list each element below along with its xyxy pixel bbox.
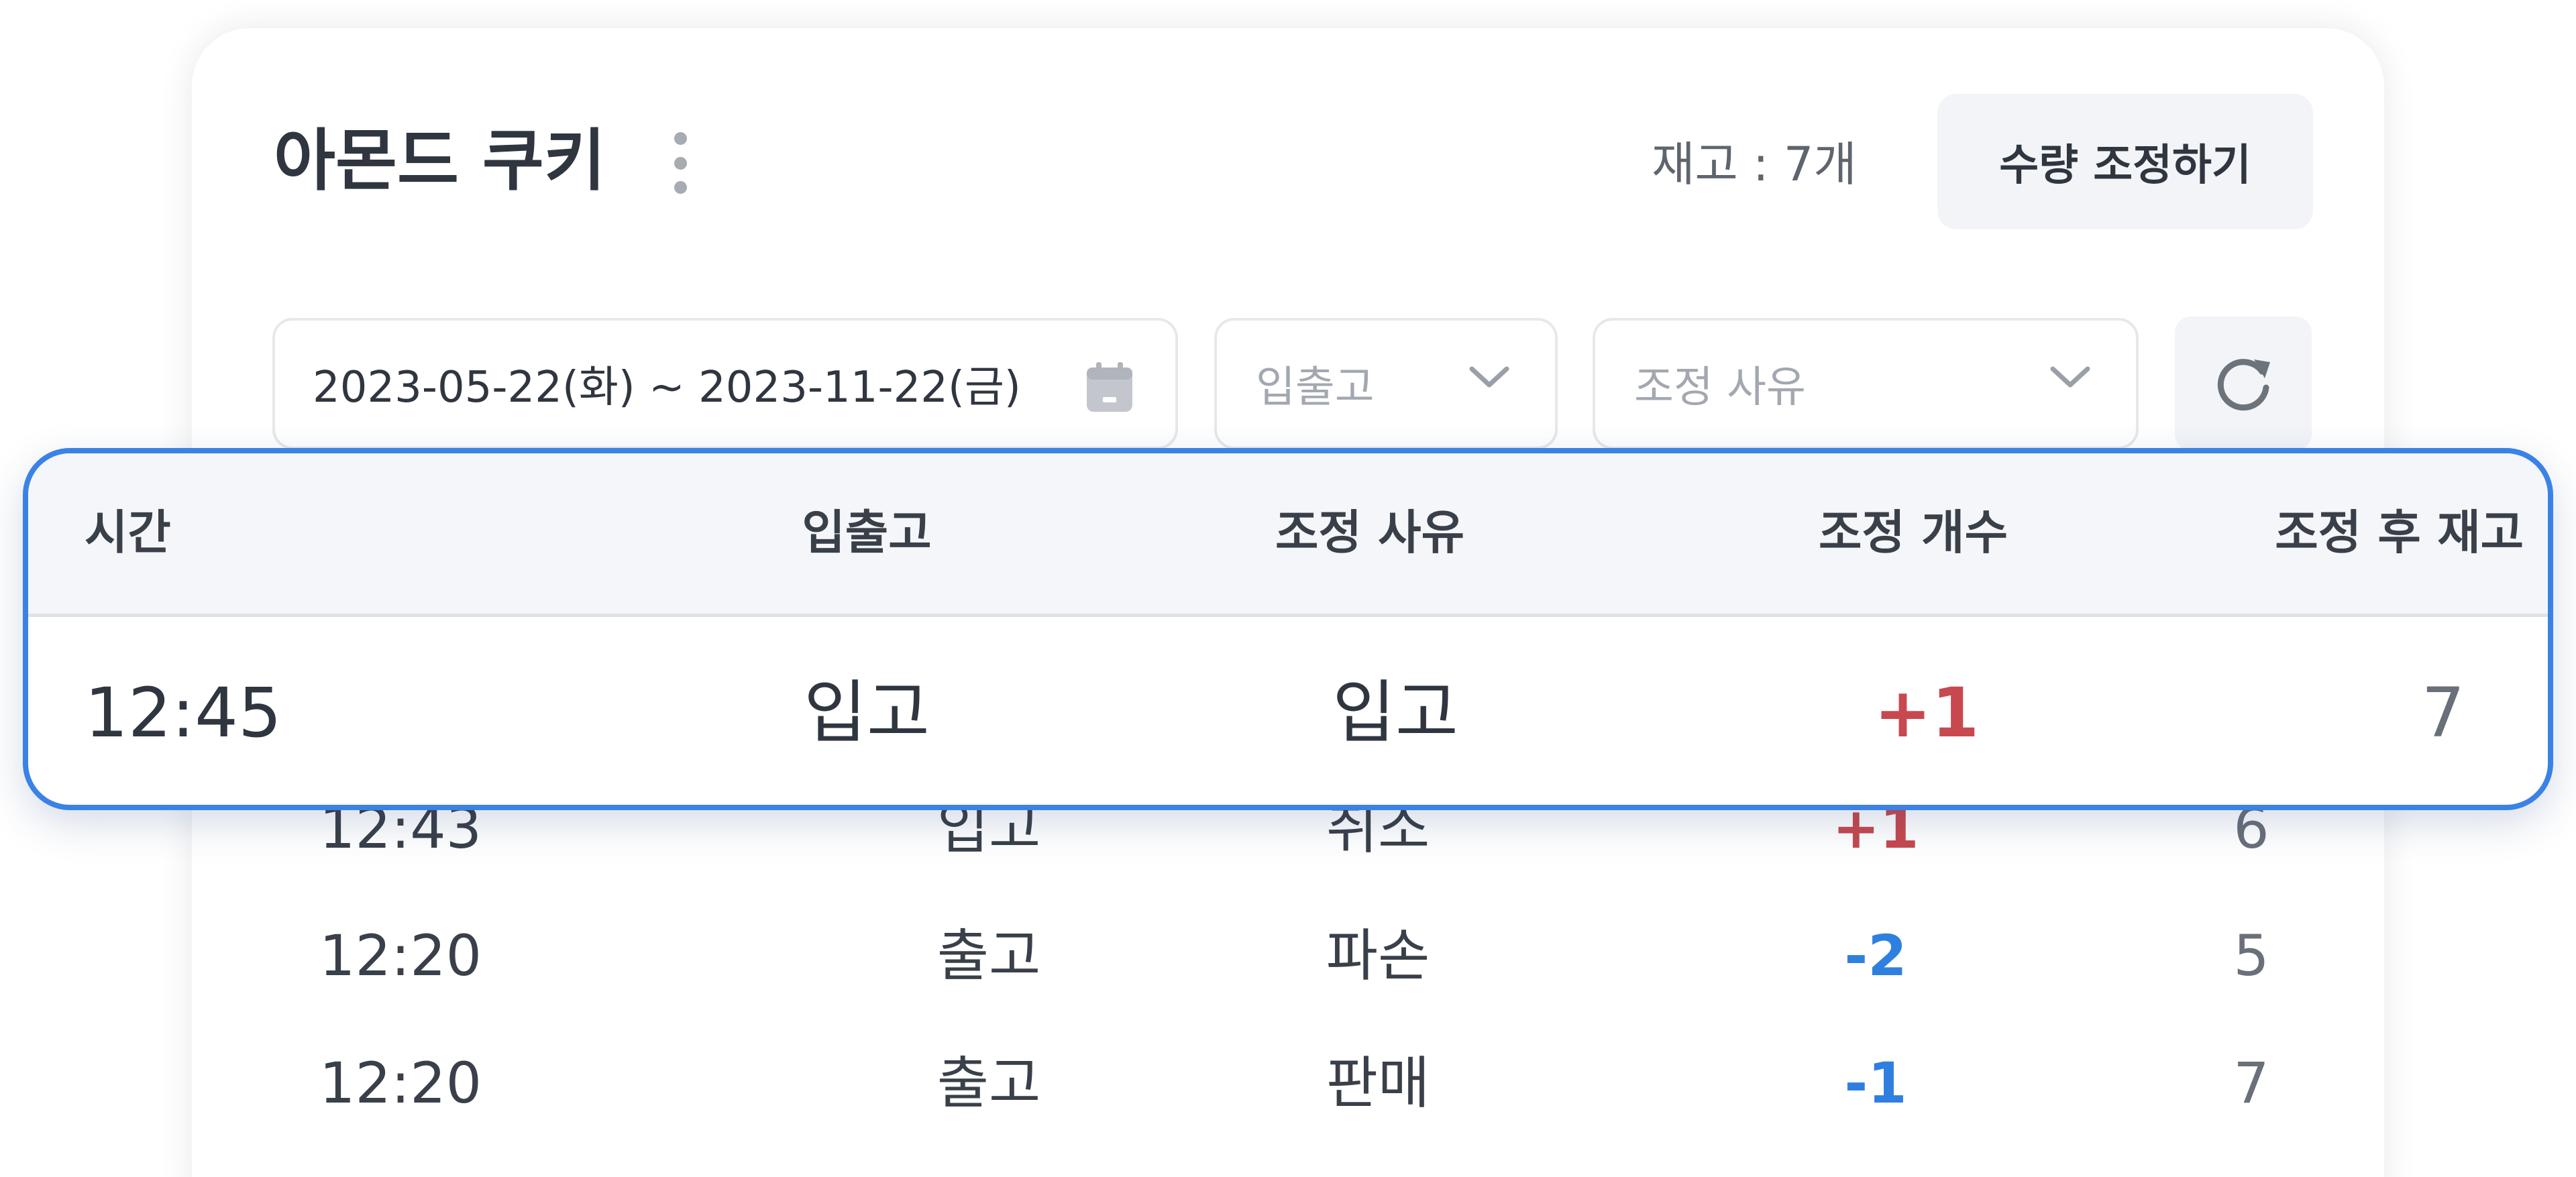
cell-time: 12:20 xyxy=(319,1050,482,1116)
type-select[interactable]: 입출고 xyxy=(1214,318,1558,449)
column-header-after-stock: 조정 후 재고 xyxy=(2275,505,2524,560)
reason-select-placeholder: 조정 사유 xyxy=(1634,363,1806,412)
cell-after: 7 xyxy=(2421,673,2465,753)
chevron-down-icon xyxy=(2050,366,2090,388)
refresh-button[interactable] xyxy=(2175,317,2312,451)
cell-after: 5 xyxy=(2233,923,2269,989)
column-header-time: 시간 xyxy=(85,505,171,560)
adjust-quantity-button[interactable]: 수량 조정하기 xyxy=(1937,94,2313,229)
kebab-menu-icon[interactable] xyxy=(667,132,694,194)
chevron-down-icon xyxy=(1469,366,1509,388)
cell-time: 12:45 xyxy=(85,673,282,753)
column-header-reason: 조정 사유 xyxy=(1275,505,1464,560)
cell-count: -1 xyxy=(1844,1050,1907,1116)
table-row: 12:20 출고 판매 -1 7 xyxy=(192,1019,2384,1147)
cell-reason: 판매 xyxy=(1326,1050,1430,1116)
reason-select[interactable]: 조정 사유 xyxy=(1593,318,2139,449)
stage: 아몬드 쿠키 재고 : 7개 수량 조정하기 2023-05-22(화) ~ 2… xyxy=(0,0,2576,1177)
column-header-type: 입출고 xyxy=(802,505,932,560)
calendar-icon xyxy=(1087,362,1132,412)
date-range-picker[interactable]: 2023-05-22(화) ~ 2023-11-22(금) xyxy=(272,318,1178,449)
product-title: 아몬드 쿠키 xyxy=(274,121,606,200)
cell-reason: 파손 xyxy=(1326,923,1430,989)
cell-count: +1 xyxy=(1874,673,1980,753)
cell-type: 입고 xyxy=(804,673,930,753)
refresh-icon xyxy=(2217,359,2270,411)
stock-count: 재고 : 7개 xyxy=(1652,137,1857,192)
column-header-count: 조정 개수 xyxy=(1819,505,2008,560)
cell-after: 7 xyxy=(2233,1050,2269,1116)
type-select-placeholder: 입출고 xyxy=(1256,363,1375,412)
table-header: 시간 입출고 조정 사유 조정 개수 조정 후 재고 xyxy=(28,453,2548,617)
highlighted-table-row[interactable]: 12:45 입고 입고 +1 7 xyxy=(28,617,2548,805)
highlighted-row-panel: 시간 입출고 조정 사유 조정 개수 조정 후 재고 12:45 입고 입고 +… xyxy=(23,448,2553,810)
cell-count: -2 xyxy=(1844,923,1907,989)
cell-time: 12:20 xyxy=(319,923,482,989)
cell-reason: 입고 xyxy=(1332,673,1458,753)
date-range-value: 2023-05-22(화) ~ 2023-11-22(금) xyxy=(313,363,1021,412)
cell-type: 출고 xyxy=(936,1050,1041,1116)
cell-type: 출고 xyxy=(936,923,1041,989)
table-row: 12:20 출고 파손 -2 5 xyxy=(192,892,2384,1019)
